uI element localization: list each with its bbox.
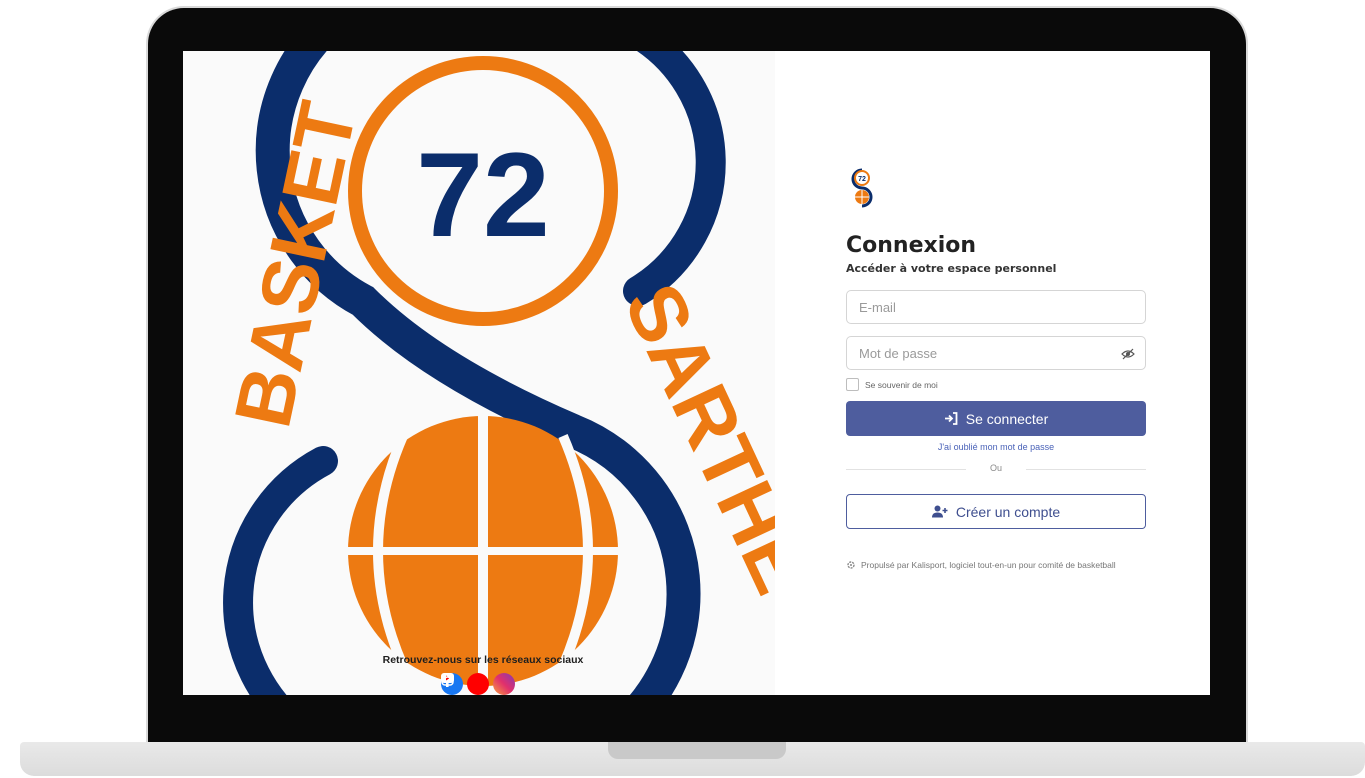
youtube-icon[interactable]	[441, 673, 489, 695]
poster-number: 72	[416, 128, 549, 262]
create-account-button[interactable]: Créer un compte	[846, 494, 1146, 529]
forgot-password-link[interactable]: J'ai oublié mon mot de passe	[846, 442, 1146, 452]
user-plus-icon	[931, 505, 948, 518]
login-panel: 72 Connexion Accéder à votre espace pers…	[775, 51, 1210, 695]
powered-by: Propulsé par Kalisport, logiciel tout-en…	[846, 560, 1146, 570]
login-button[interactable]: Se connecter	[846, 401, 1146, 436]
s-top-right-arc	[623, 51, 726, 306]
socials-caption: Retrouvez-nous sur les réseaux sociaux	[382, 654, 584, 666]
page-title: Connexion	[846, 233, 977, 258]
create-account-label: Créer un compte	[955, 503, 1061, 520]
sign-in-icon	[944, 412, 958, 425]
logo-number: 72	[858, 176, 866, 183]
email-input[interactable]	[847, 291, 1121, 323]
powered-by-text: Propulsé par Kalisport, logiciel tout-en…	[861, 560, 1116, 570]
page-subtitle: Accéder à votre espace personnel	[846, 262, 1057, 275]
s-bottom-left-arc	[223, 446, 338, 695]
email-field[interactable]	[846, 290, 1146, 324]
eye-slash-icon[interactable]	[1121, 347, 1135, 365]
screen: 72 BASKET SARTHE Retrouvez-nous sur les …	[183, 51, 1210, 695]
laptop-notch	[608, 742, 786, 759]
remember-checkbox[interactable]	[846, 378, 859, 391]
poster-text-left: BASKET	[218, 94, 373, 434]
club-logo-graphic: 72 BASKET SARTHE	[218, 51, 775, 695]
remember-me[interactable]: Se souvenir de moi	[846, 378, 938, 391]
login-button-label: Se connecter	[965, 410, 1049, 427]
gear-icon	[847, 561, 855, 569]
remember-label: Se souvenir de moi	[865, 379, 938, 390]
password-input[interactable]	[847, 337, 1121, 369]
club-poster: 72 BASKET SARTHE Retrouvez-nous sur les …	[183, 51, 775, 695]
basketball-icon	[348, 416, 618, 686]
password-field[interactable]	[846, 336, 1146, 370]
club-logo: 72	[845, 164, 879, 213]
instagram-icon[interactable]	[441, 673, 515, 695]
social-links	[441, 673, 515, 695]
or-label: Ou	[989, 463, 1002, 473]
or-divider: Ou	[846, 463, 1146, 475]
